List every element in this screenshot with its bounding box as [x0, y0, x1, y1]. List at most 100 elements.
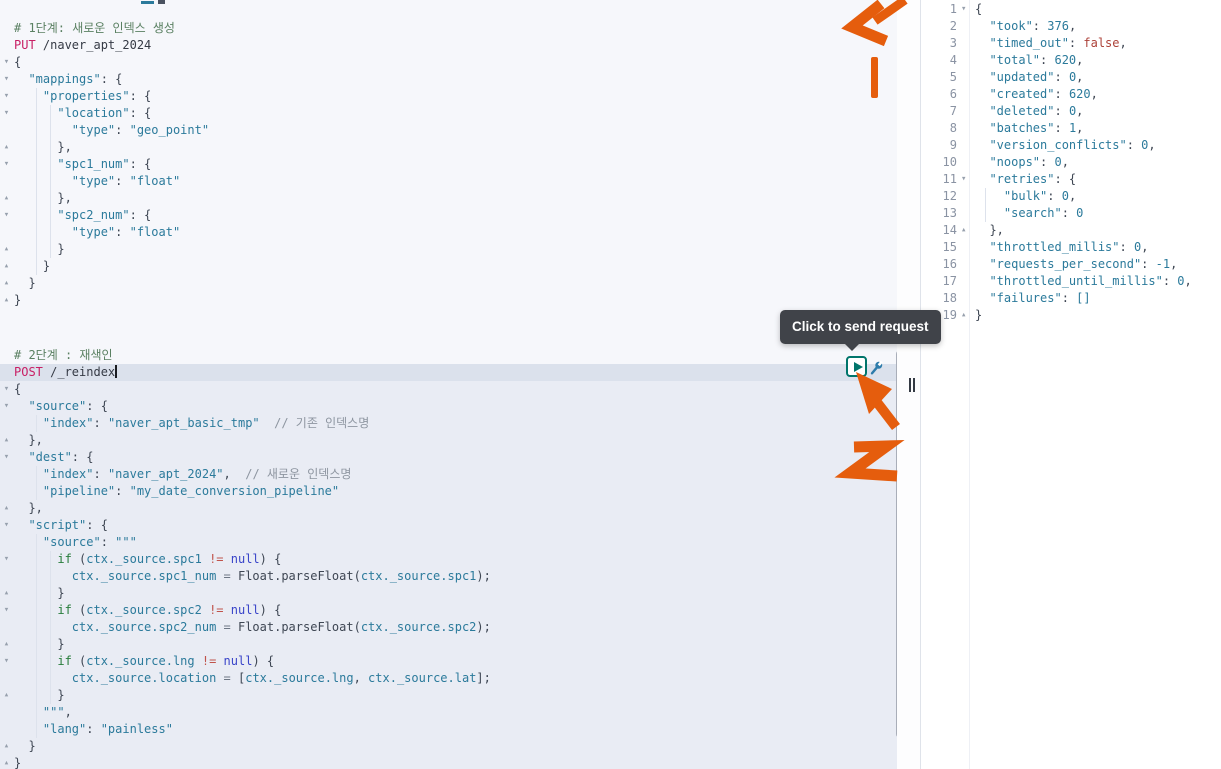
request-block-1[interactable]: # 1단계: 새로운 인덱스 생성 PUT /naver_apt_2024 ▾{▾ … [0, 20, 897, 309]
fold-open-icon[interactable]: ▾ [1, 88, 12, 105]
code-segment: { [975, 2, 983, 16]
fold-open-icon[interactable]: ▾ [1, 517, 12, 534]
code-line[interactable]: ▴ } [0, 687, 897, 704]
fold-close-icon[interactable]: ▴ [957, 307, 973, 324]
code-line[interactable]: ctx._source.spc2_num = Float.parseFloat(… [0, 619, 897, 636]
response-line: 17 "throttled_until_millis": 0, [921, 273, 1221, 290]
code-line[interactable]: ▴ } [0, 738, 897, 755]
code-line[interactable]: ▾ "dest": { [0, 449, 897, 466]
fold-close-icon[interactable]: ▴ [1, 292, 12, 309]
code-line[interactable]: ▴ } [0, 275, 897, 292]
code-segment: : { [86, 399, 108, 413]
indent-guide [50, 207, 52, 224]
resize-handle[interactable] [909, 378, 911, 392]
code-line[interactable]: ctx._source.spc1_num = Float.parseFloat(… [0, 568, 897, 585]
code-segment: 376 [1047, 19, 1069, 33]
fold-close-icon[interactable]: ▴ [1, 190, 12, 207]
code-line[interactable]: PUT /naver_apt_2024 [0, 37, 897, 54]
response-line: 2 "took": 376, [921, 18, 1221, 35]
code-line[interactable]: ▴ } [0, 585, 897, 602]
code-line[interactable]: ▾ "spc2_num": { [0, 207, 897, 224]
send-request-button[interactable] [846, 356, 867, 377]
fold-open-icon[interactable]: ▾ [1, 602, 12, 619]
code-line[interactable]: ▴ }, [0, 432, 897, 449]
wrench-icon[interactable] [867, 359, 885, 378]
code-line[interactable]: # 2단계 : 재색인 [0, 347, 897, 364]
code-line[interactable]: "type": "float" [0, 173, 897, 190]
code-line[interactable]: "index": "naver_apt_2024", // 새로운 인덱스명 [0, 466, 897, 483]
fold-open-icon[interactable]: ▾ [957, 171, 973, 188]
code-line[interactable]: # 1단계: 새로운 인덱스 생성 [0, 20, 897, 37]
resize-handle[interactable] [913, 378, 915, 392]
code-line[interactable]: ▾ "spc1_num": { [0, 156, 897, 173]
code-line[interactable]: ▾ if (ctx._source.lng != null) { [0, 653, 897, 670]
code-line[interactable]: ▴ }, [0, 139, 897, 156]
fold-open-icon[interactable]: ▾ [957, 1, 973, 18]
fold-open-icon[interactable]: ▾ [1, 551, 12, 568]
code-line[interactable]: "pipeline": "my_date_conversion_pipeline… [0, 483, 897, 500]
fold-close-icon[interactable]: ▴ [1, 432, 12, 449]
code-line[interactable]: ▴ }, [0, 190, 897, 207]
fold-close-icon[interactable]: ▴ [1, 636, 12, 653]
code-line[interactable]: ▾ "source": { [0, 398, 897, 415]
code-line[interactable]: ▾{ [0, 381, 897, 398]
code-segment: "script" [14, 518, 87, 532]
code-line[interactable]: ▴ } [0, 636, 897, 653]
code-line[interactable]: ctx._source.location = [ctx._source.lng,… [0, 670, 897, 687]
fold-close-icon[interactable]: ▴ [1, 755, 12, 769]
code-line[interactable]: """, [0, 704, 897, 721]
fold-open-icon[interactable]: ▾ [1, 653, 12, 670]
fold-close-icon[interactable]: ▴ [1, 241, 12, 258]
code-segment: , [1076, 104, 1084, 118]
code-segment: "spc2_num" [14, 208, 130, 222]
fold-close-icon[interactable]: ▴ [1, 500, 12, 517]
code-segment: ctx._source.lat [368, 671, 477, 685]
code-line[interactable]: ▾ if (ctx._source.spc2 != null) { [0, 602, 897, 619]
fold-open-icon[interactable]: ▾ [1, 105, 12, 122]
fold-close-icon[interactable]: ▴ [1, 258, 12, 275]
code-line[interactable]: ▴ } [0, 241, 897, 258]
fold-close-icon[interactable]: ▴ [1, 275, 12, 292]
response-pane: 1 ▾{2 "took": 376, 3 "timed_out": false, 4 … [920, 0, 1221, 769]
response-code: "deleted": 0, [973, 103, 1221, 120]
line-number: 14 [942, 223, 957, 237]
code-line[interactable]: ▴ } [0, 258, 897, 275]
code-line[interactable]: ▾ "location": { [0, 105, 897, 122]
code-segment: "throttled_millis" [975, 240, 1120, 254]
pane-divider[interactable] [897, 0, 920, 769]
fold-close-icon[interactable]: ▴ [1, 687, 12, 704]
code-line[interactable]: ▾{ [0, 54, 897, 71]
request-block-2[interactable]: # 2단계 : 재색인 POST /_reindex ▾{▾ "source": {… [0, 347, 897, 769]
fold-close-icon[interactable]: ▴ [1, 585, 12, 602]
fold-close-icon[interactable]: ▴ [1, 139, 12, 156]
code-segment: : { [100, 72, 123, 86]
fold-close-icon[interactable]: ▴ [1, 738, 12, 755]
fold-close-icon[interactable]: ▴ [957, 222, 973, 239]
code-line[interactable]: ▾ if (ctx._source.spc1 != null) { [0, 551, 897, 568]
fold-open-icon[interactable]: ▾ [1, 207, 12, 224]
code-line[interactable]: ▾ "mappings": { [0, 71, 897, 88]
code-line[interactable]: "type": "float" [0, 224, 897, 241]
code-line[interactable]: ▾ "properties": { [0, 88, 897, 105]
tooltip-text: Click to send request [792, 319, 929, 334]
fold-open-icon[interactable]: ▾ [1, 156, 12, 173]
code-line[interactable]: POST /_reindex [0, 364, 897, 381]
code-segment: # 2단계 : 재색인 [14, 348, 113, 362]
code-line[interactable]: "lang": "painless" [0, 721, 897, 738]
fold-open-icon[interactable]: ▾ [1, 449, 12, 466]
indent-guide [35, 258, 37, 275]
code-line[interactable]: "index": "naver_apt_basic_tmp" // 기존 인덱스… [0, 415, 897, 432]
code-line[interactable]: "source": """ [0, 534, 897, 551]
code-line[interactable]: "type": "geo_point" [0, 122, 897, 139]
fold-open-icon[interactable]: ▾ [1, 71, 12, 88]
code-line[interactable]: ▾ "script": { [0, 517, 897, 534]
fold-open-icon[interactable]: ▾ [1, 381, 12, 398]
code-segment: "spc1_num" [14, 157, 130, 171]
fold-open-icon[interactable]: ▾ [1, 398, 12, 415]
code-line[interactable]: ▴ }, [0, 500, 897, 517]
request-editor-pane[interactable]: # 1단계: 새로운 인덱스 생성 PUT /naver_apt_2024 ▾{▾ … [0, 0, 897, 769]
code-line[interactable]: ▴} [0, 755, 897, 769]
code-line[interactable]: ▴} [0, 292, 897, 309]
fold-open-icon[interactable]: ▾ [1, 54, 12, 71]
indent-guide [50, 122, 52, 139]
